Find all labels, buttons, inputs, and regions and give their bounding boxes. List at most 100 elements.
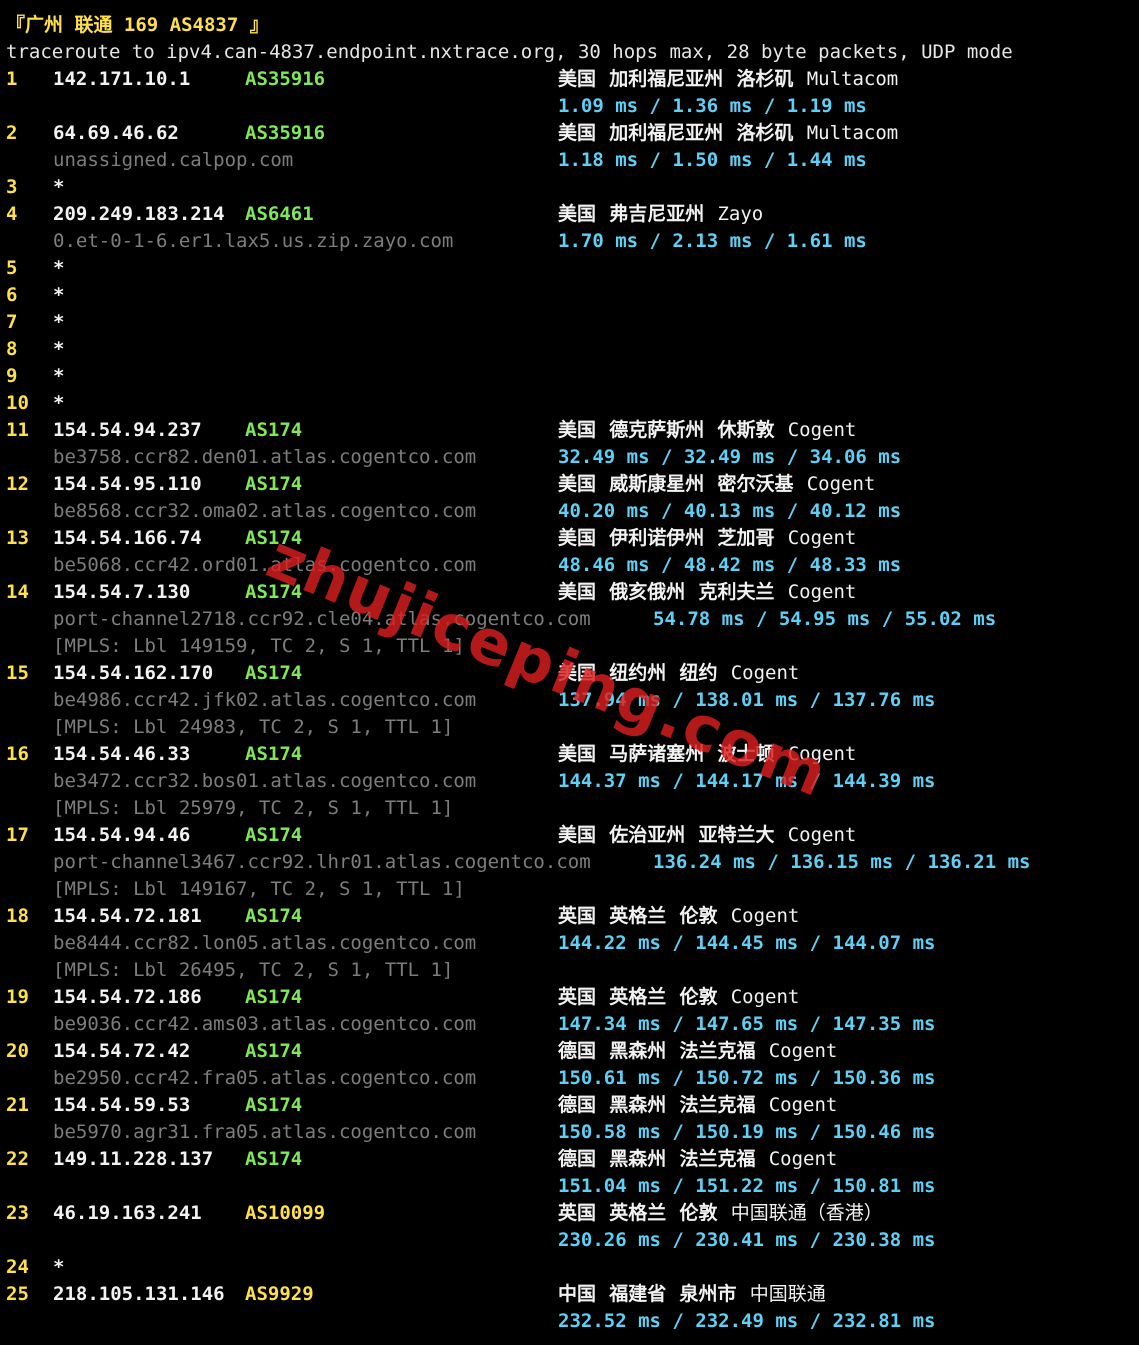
hop-rtt: 230.26 ms / 230.41 ms / 230.38 ms [558, 1229, 936, 1251]
hop-asn: AS174 [245, 527, 303, 549]
hop-geolocation: 美国 纽约州 纽约 Cogent [558, 660, 799, 687]
hop-hostname: be9036.ccr42.ams03.atlas.cogentco.com [53, 1013, 477, 1035]
hop-number: 9 [6, 365, 18, 387]
timeout-marker: * [53, 176, 65, 198]
hop-geolocation: 美国 加利福尼亚州 洛杉矶 Multacom [558, 66, 898, 93]
route-header: 『广州 联通 169 AS4837 』 [6, 14, 269, 36]
hop-ip-address: 154.54.94.46 [53, 824, 191, 846]
hop-geolocation: 美国 俄亥俄州 克利夫兰 Cogent [558, 579, 856, 606]
hop-geolocation: 美国 弗吉尼亚州 Zayo [558, 201, 763, 228]
hop-mpls-row: [MPLS: Lbl 26495, TC 2, S 1, TTL 1] [0, 957, 1139, 984]
hop-number: 5 [6, 257, 18, 279]
hop-number: 15 [6, 662, 29, 684]
hop-geo-text: 英国 英格兰 伦敦 [558, 986, 718, 1008]
hop-geolocation: 德国 黑森州 法兰克福 Cogent [558, 1146, 837, 1173]
timeout-marker: * [53, 311, 65, 333]
hop-hostname: port-channel3467.ccr92.lhr01.atlas.cogen… [53, 851, 591, 873]
hop-ip-address: 218.105.131.146 [53, 1283, 225, 1305]
hop-row: 7 * [0, 309, 1139, 336]
hop-row: 13 154.54.166.74 AS174 美国 伊利诺伊州 芝加哥 Cogent [0, 525, 1139, 552]
hop-number: 6 [6, 284, 18, 306]
hop-asn: AS174 [245, 1148, 303, 1170]
hop-ip-address: 46.19.163.241 [53, 1202, 202, 1224]
hop-row: 17 154.54.94.46 AS174 美国 佐治亚州 亚特兰大 Cogent [0, 822, 1139, 849]
hop-organization: Cogent [768, 1148, 838, 1170]
hop-asn: AS174 [245, 419, 303, 441]
hop-detail-row: 1.09 ms / 1.36 ms / 1.19 ms [0, 93, 1139, 120]
hop-organization: Cogent [730, 905, 800, 927]
hop-asn: AS10099 [245, 1202, 326, 1224]
hop-geo-text: 美国 伊利诺伊州 芝加哥 [558, 527, 775, 549]
timeout-marker: * [53, 1256, 65, 1278]
hop-organization: Cogent [768, 1040, 838, 1062]
hop-organization: 中国联通 [749, 1283, 826, 1305]
hop-ip-address: 154.54.94.237 [53, 419, 202, 441]
hop-number: 22 [6, 1148, 29, 1170]
hop-hostname: be8444.ccr82.lon05.atlas.cogentco.com [53, 932, 477, 954]
hop-geo-text: 美国 威斯康星州 密尔沃基 [558, 473, 794, 495]
hop-ip-address: 154.54.162.170 [53, 662, 214, 684]
hop-geolocation: 美国 伊利诺伊州 芝加哥 Cogent [558, 525, 856, 552]
hop-asn: AS174 [245, 986, 303, 1008]
hop-number: 14 [6, 581, 29, 603]
hop-number: 8 [6, 338, 18, 360]
hop-number: 4 [6, 203, 18, 225]
hop-mpls-label: [MPLS: Lbl 149159, TC 2, S 1, TTL 1] [53, 635, 465, 657]
hop-detail-row: port-channel3467.ccr92.lhr01.atlas.cogen… [0, 849, 1139, 876]
hop-number: 13 [6, 527, 29, 549]
hop-hostname: be5970.agr31.fra05.atlas.cogentco.com [53, 1121, 477, 1143]
hop-detail-row: port-channel2718.ccr92.cle04.atlas.cogen… [0, 606, 1139, 633]
hop-row: 12 154.54.95.110 AS174 美国 威斯康星州 密尔沃基 Cogent [0, 471, 1139, 498]
hop-row: 3 * [0, 174, 1139, 201]
hop-detail-row: 151.04 ms / 151.22 ms / 150.81 ms [0, 1173, 1139, 1200]
hop-mpls-row: [MPLS: Lbl 24983, TC 2, S 1, TTL 1] [0, 714, 1139, 741]
hop-mpls-label: [MPLS: Lbl 24983, TC 2, S 1, TTL 1] [53, 716, 454, 738]
hop-mpls-row: [MPLS: Lbl 149159, TC 2, S 1, TTL 1] [0, 633, 1139, 660]
hop-row: 1 142.171.10.1 AS35916 美国 加利福尼亚州 洛杉矶 Multac… [0, 66, 1139, 93]
hop-rtt: 48.46 ms / 48.42 ms / 48.33 ms [558, 554, 902, 576]
hop-number: 11 [6, 419, 29, 441]
hop-rtt: 136.24 ms / 136.15 ms / 136.21 ms [653, 851, 1031, 873]
hop-geo-text: 英国 英格兰 伦敦 [558, 905, 718, 927]
hop-row: 4 209.249.183.214 AS6461 美国 弗吉尼亚州 Zayo [0, 201, 1139, 228]
hop-hostname: be4986.ccr42.jfk02.atlas.cogentco.com [53, 689, 477, 711]
hop-geolocation: 英国 英格兰 伦敦 Cogent [558, 903, 799, 930]
hop-row: 25 218.105.131.146 AS9929 中国 福建省 泉州市 中国联通 [0, 1281, 1139, 1308]
hop-rtt: 150.61 ms / 150.72 ms / 150.36 ms [558, 1067, 936, 1089]
hop-row: 10 * [0, 390, 1139, 417]
hop-number: 17 [6, 824, 29, 846]
hop-rtt: 32.49 ms / 32.49 ms / 34.06 ms [558, 446, 902, 468]
hop-ip-address: 64.69.46.62 [53, 122, 179, 144]
hop-geo-text: 德国 黑森州 法兰克福 [558, 1094, 756, 1116]
hop-ip-address: 154.54.46.33 [53, 743, 191, 765]
hop-asn: AS174 [245, 1040, 303, 1062]
hop-geo-text: 美国 德克萨斯州 休斯敦 [558, 419, 775, 441]
hop-detail-row: unassigned.calpop.com 1.18 ms / 1.50 ms /… [0, 147, 1139, 174]
terminal-window: 『广州 联通 169 AS4837 』 traceroute to ipv4.c… [0, 0, 1139, 1345]
hop-asn: AS174 [245, 662, 303, 684]
hop-rtt: 40.20 ms / 40.13 ms / 40.12 ms [558, 500, 902, 522]
hop-geo-text: 德国 黑森州 法兰克福 [558, 1040, 756, 1062]
hop-geo-text: 美国 弗吉尼亚州 [558, 203, 705, 225]
hop-ip-address: 154.54.72.42 [53, 1040, 191, 1062]
hop-detail-row: be8444.ccr82.lon05.atlas.cogentco.com 144… [0, 930, 1139, 957]
hop-asn: AS35916 [245, 122, 326, 144]
hop-number: 10 [6, 392, 29, 414]
hop-asn: AS174 [245, 824, 303, 846]
hop-geolocation: 中国 福建省 泉州市 中国联通 [558, 1281, 826, 1308]
hop-row: 5 * [0, 255, 1139, 282]
hop-geolocation: 美国 威斯康星州 密尔沃基 Cogent [558, 471, 875, 498]
hop-number: 24 [6, 1256, 29, 1278]
hop-row: 19 154.54.72.186 AS174 英国 英格兰 伦敦 Cogent [0, 984, 1139, 1011]
hop-row: 9 * [0, 363, 1139, 390]
hop-asn: AS174 [245, 1094, 303, 1116]
hop-geo-text: 美国 马萨诸塞州 波士顿 [558, 743, 775, 765]
hop-hostname: be3758.ccr82.den01.atlas.cogentco.com [53, 446, 477, 468]
hop-geolocation: 英国 英格兰 伦敦 中国联通（香港） [558, 1200, 883, 1227]
hop-number: 25 [6, 1283, 29, 1305]
hop-mpls-label: [MPLS: Lbl 26495, TC 2, S 1, TTL 1] [53, 959, 454, 981]
hop-rtt: 1.18 ms / 1.50 ms / 1.44 ms [558, 149, 867, 171]
timeout-marker: * [53, 284, 65, 306]
hop-rtt: 232.52 ms / 232.49 ms / 232.81 ms [558, 1310, 936, 1332]
hop-row: 6 * [0, 282, 1139, 309]
